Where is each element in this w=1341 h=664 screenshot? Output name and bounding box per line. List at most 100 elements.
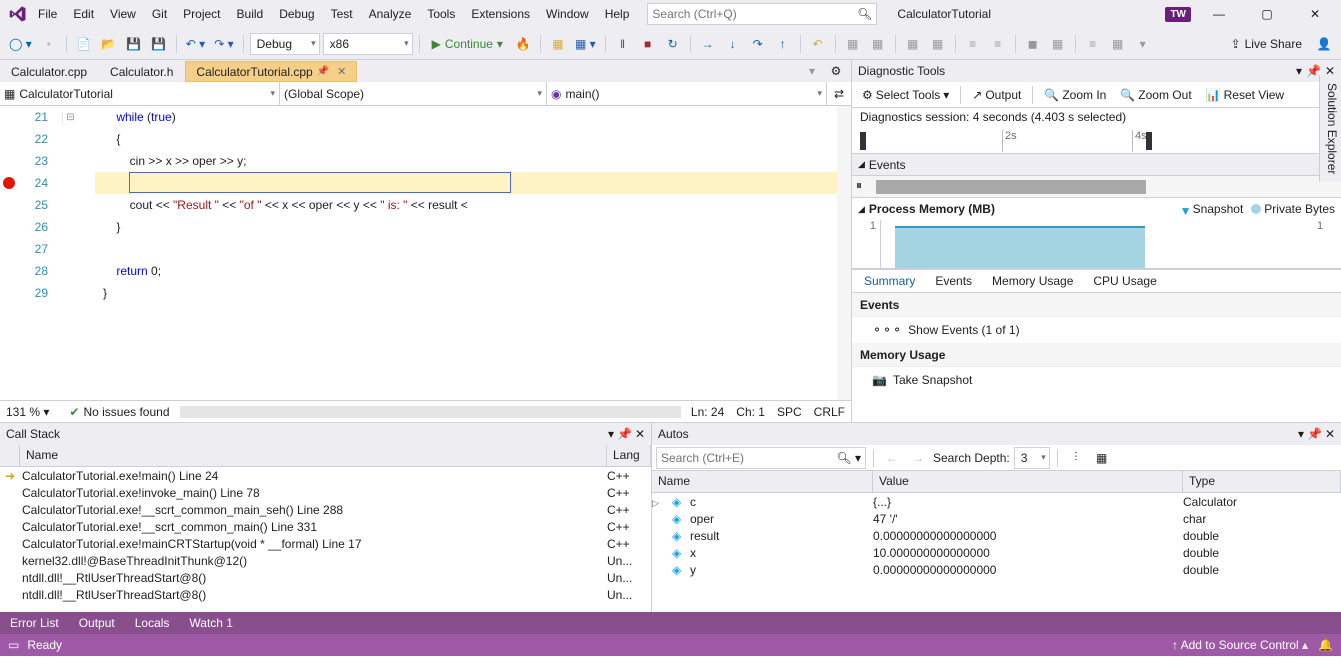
menu-edit[interactable]: Edit <box>65 3 102 25</box>
menu-view[interactable]: View <box>102 3 144 25</box>
menu-help[interactable]: Help <box>597 3 638 25</box>
close-icon[interactable]: ✕ <box>635 427 645 441</box>
window-dropdown-icon[interactable]: ▾ <box>608 427 614 441</box>
call-stack-row[interactable]: ntdll.dll!__RtlUserThreadStart@8()Un... <box>0 586 651 603</box>
minimize-icon[interactable]: — <box>1199 0 1239 28</box>
autos-row[interactable]: ◈x10.000000000000000double <box>652 544 1341 561</box>
breakpoint-icon[interactable] <box>2 176 16 190</box>
solution-explorer-tab[interactable]: Solution Explorer <box>1319 75 1341 182</box>
config-dropdown[interactable]: Debug <box>250 33 320 55</box>
expand-icon[interactable]: ▷ <box>652 498 659 508</box>
global-search-box[interactable]: 🔍︎ <box>647 3 877 25</box>
diag-tab-cpu-usage[interactable]: CPU Usage <box>1085 270 1164 292</box>
reset-view-button[interactable]: 📊Reset View <box>1200 84 1290 106</box>
close-icon[interactable]: ✕ <box>1295 0 1335 28</box>
lang-column[interactable]: Lang <box>607 445 651 466</box>
code-line[interactable]: cin >> x >> oper >> y; <box>95 150 851 172</box>
show-events-link[interactable]: ⚬⚬⚬Show Events (1 of 1) <box>852 317 1341 343</box>
new-item-icon[interactable]: 📄 <box>73 33 95 55</box>
diag-tab-memory-usage[interactable]: Memory Usage <box>984 270 1081 292</box>
autos-search-box[interactable]: 🔍︎ ▾ <box>656 447 866 469</box>
call-stack-row[interactable]: kernel32.dll!@BaseThreadInitThunk@12()Un… <box>0 552 651 569</box>
window-dropdown-icon[interactable]: ▾ <box>1298 427 1304 441</box>
bottom-tab-output[interactable]: Output <box>69 613 125 633</box>
call-stack-row[interactable]: CalculatorTutorial.exe!__scrt_common_mai… <box>0 501 651 518</box>
tool-icon[interactable]: ▦ <box>1107 33 1129 55</box>
notifications-icon[interactable]: 🔔 <box>1318 638 1333 652</box>
tool-icon[interactable]: ⫶ <box>1065 447 1087 469</box>
call-stack-row[interactable]: ➜CalculatorTutorial.exe!main() Line 24C+… <box>0 467 651 484</box>
tool-icon[interactable]: ▦ <box>842 33 864 55</box>
zoom-out-button[interactable]: 🔍Zoom Out <box>1114 84 1197 106</box>
timeline-selection-end[interactable] <box>1146 132 1152 150</box>
type-column[interactable]: Type <box>1183 471 1341 492</box>
call-stack-row[interactable]: CalculatorTutorial.exe!__scrt_common_mai… <box>0 518 651 535</box>
search-back-icon[interactable]: ← <box>881 447 903 469</box>
restart-icon[interactable]: ↻ <box>662 33 684 55</box>
call-stack-row[interactable]: CalculatorTutorial.exe!invoke_main() Lin… <box>0 484 651 501</box>
menu-project[interactable]: Project <box>175 3 228 25</box>
pin-icon[interactable]: 📌 <box>317 66 329 77</box>
user-badge[interactable]: TW <box>1165 7 1191 22</box>
maximize-icon[interactable]: ▢ <box>1247 0 1287 28</box>
tool-icon[interactable]: ▾ <box>1132 33 1154 55</box>
menu-extensions[interactable]: Extensions <box>463 3 538 25</box>
autos-row[interactable]: ◈y0.00000000000000000double <box>652 561 1341 578</box>
project-combo[interactable]: ▦ CalculatorTutorial <box>0 82 280 105</box>
tool-icon[interactable]: ▦ ▾ <box>572 33 599 55</box>
code-line[interactable] <box>95 238 851 260</box>
step-into-icon[interactable]: ↓ <box>722 33 744 55</box>
pin-icon[interactable]: 📌 <box>617 427 632 441</box>
code-line[interactable]: } <box>95 282 851 304</box>
file-tab[interactable]: CalculatorTutorial.cpp 📌 ✕ <box>185 61 357 82</box>
tool-icon[interactable]: ◼ <box>1022 33 1044 55</box>
break-all-icon[interactable]: ‖ <box>612 33 634 55</box>
depth-dropdown[interactable]: 3 <box>1014 447 1050 469</box>
show-next-icon[interactable]: → <box>697 33 719 55</box>
code-line[interactable]: while (true) <box>95 106 851 128</box>
file-tab[interactable]: Calculator.cpp <box>0 61 98 82</box>
code-line[interactable]: } <box>95 216 851 238</box>
tool-icon[interactable]: ▦ <box>927 33 949 55</box>
save-icon[interactable]: 💾 <box>123 33 145 55</box>
code-line[interactable]: { <box>95 128 851 150</box>
menu-debug[interactable]: Debug <box>271 3 322 25</box>
split-icon[interactable]: ⇄ <box>827 87 851 101</box>
close-icon[interactable]: ✕ <box>1325 427 1335 441</box>
tool-icon[interactable]: ▦ <box>547 33 569 55</box>
tool-icon[interactable]: ≡ <box>962 33 984 55</box>
bottom-tab-watch-1[interactable]: Watch 1 <box>179 613 243 633</box>
call-stack-row[interactable]: CalculatorTutorial.exe!mainCRTStartup(vo… <box>0 535 651 552</box>
autos-row[interactable]: ▷◈c{...}Calculator <box>652 493 1341 510</box>
pin-icon[interactable]: 📌 <box>1307 427 1322 441</box>
menu-build[interactable]: Build <box>229 3 272 25</box>
select-tools-button[interactable]: ⚙Select Tools ▾ <box>856 84 955 106</box>
menu-test[interactable]: Test <box>323 3 361 25</box>
redo-icon[interactable]: ↷ ▾ <box>211 33 236 55</box>
tool-icon[interactable]: ≡ <box>987 33 1009 55</box>
menu-file[interactable]: File <box>30 3 65 25</box>
tool-icon[interactable]: ↶ <box>807 33 829 55</box>
issues-indicator[interactable]: ✔ No issues found <box>69 405 169 419</box>
autos-row[interactable]: ◈result0.00000000000000000double <box>652 527 1341 544</box>
step-over-icon[interactable]: ↷ <box>747 33 769 55</box>
file-tab[interactable]: Calculator.h <box>99 61 184 82</box>
close-icon[interactable]: ✕ <box>337 65 346 78</box>
tool-icon[interactable]: ≡ <box>1082 33 1104 55</box>
call-stack-row[interactable]: ntdll.dll!__RtlUserThreadStart@8()Un... <box>0 569 651 586</box>
forward-nav-icon[interactable]: • <box>38 33 60 55</box>
zoom-in-button[interactable]: 🔍Zoom In <box>1038 84 1112 106</box>
name-column[interactable]: Name <box>652 471 873 492</box>
menu-analyze[interactable]: Analyze <box>361 3 420 25</box>
hot-reload-icon[interactable]: 🔥 <box>512 33 534 55</box>
autos-search-input[interactable] <box>661 451 836 465</box>
undo-icon[interactable]: ↶ ▾ <box>183 33 208 55</box>
stop-icon[interactable]: ■ <box>637 33 659 55</box>
diag-tab-events[interactable]: Events <box>927 270 980 292</box>
tool-icon[interactable]: ▦ <box>902 33 924 55</box>
tool-icon[interactable]: ▦ <box>1047 33 1069 55</box>
platform-dropdown[interactable]: x86 <box>323 33 413 55</box>
horizontal-scrollbar[interactable] <box>180 406 681 418</box>
step-out-icon[interactable]: ↑ <box>772 33 794 55</box>
function-combo[interactable]: ◉ main() <box>547 82 827 105</box>
